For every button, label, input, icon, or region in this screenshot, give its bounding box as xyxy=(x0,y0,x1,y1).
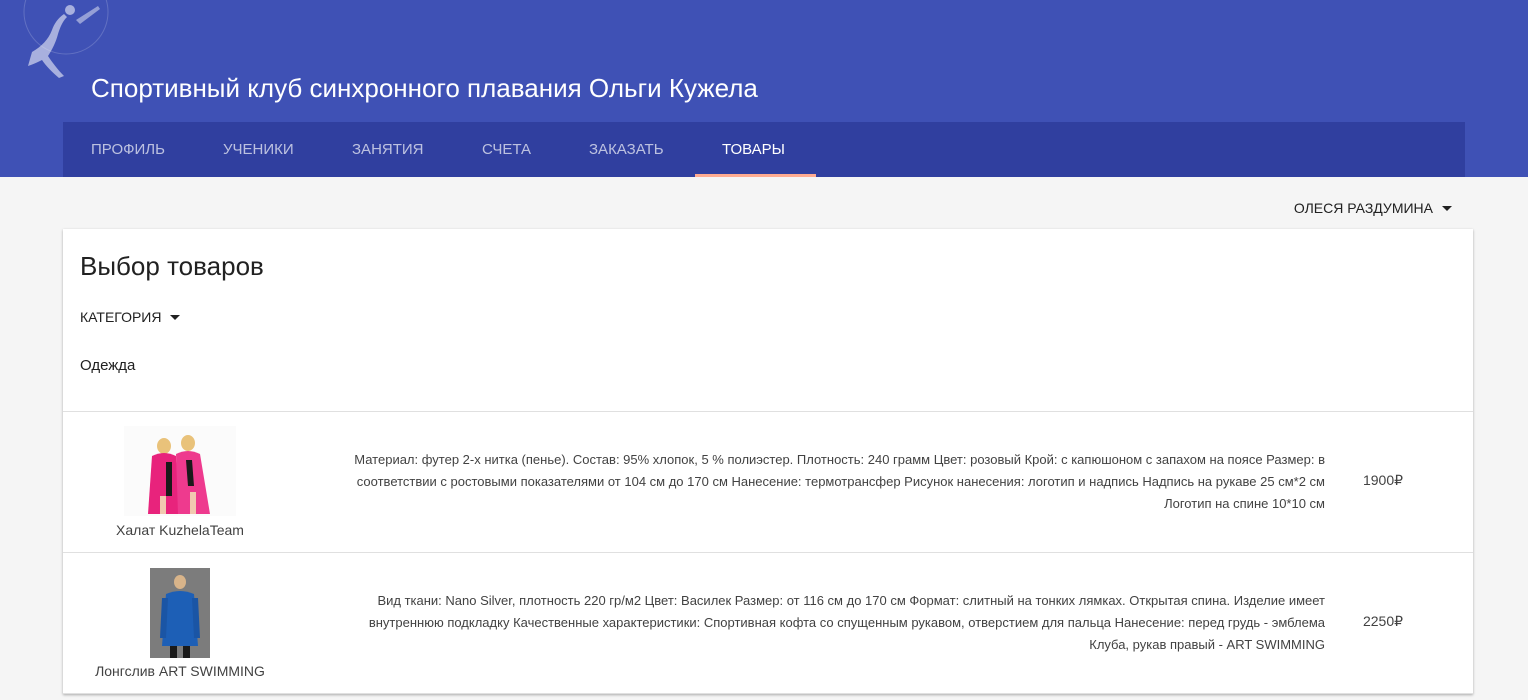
product-price: 2250₽ xyxy=(1362,613,1404,629)
products-card: Выбор товаров КАТЕГОРИЯ Одежда Халат Kuz… xyxy=(63,229,1473,694)
tab-profile[interactable]: ПРОФИЛЬ xyxy=(91,122,165,177)
caret-down-icon xyxy=(170,314,181,320)
category-value: Одежда xyxy=(80,357,136,374)
product-description: Вид ткани: Nano Silver, плотность 220 гр… xyxy=(368,593,1325,652)
caret-down-icon xyxy=(1442,205,1452,211)
product-image[interactable] xyxy=(124,426,236,516)
user-name: ОЛЕСЯ РАЗДУМИНА xyxy=(1293,200,1433,216)
tab-classes[interactable]: ЗАНЯТИЯ xyxy=(352,122,424,177)
product-row[interactable]: Халат KuzhelaTeam Материал: футер 2-х ни… xyxy=(63,411,1473,553)
user-menu[interactable]: ОЛЕСЯ РАЗДУМИНА xyxy=(1294,200,1452,216)
active-tab-indicator xyxy=(695,174,816,177)
main-nav: ПРОФИЛЬ УЧЕНИКИ ЗАНЯТИЯ СЧЕТА ЗАКАЗАТЬ Т… xyxy=(63,122,1465,177)
product-row[interactable]: Лонгслив ART SWIMMING Вид ткани: Nano Si… xyxy=(63,552,1473,694)
club-title: Спортивный клуб синхронного плавания Оль… xyxy=(91,73,758,103)
category-label: КАТЕГОРИЯ xyxy=(80,309,162,325)
product-name[interactable]: Халат KuzhelaTeam xyxy=(60,522,300,538)
product-price: 1900₽ xyxy=(1362,472,1404,488)
product-name[interactable]: Лонгслив ART SWIMMING xyxy=(60,663,300,679)
club-logo[interactable] xyxy=(18,0,118,84)
category-dropdown[interactable]: КАТЕГОРИЯ xyxy=(80,309,181,325)
tab-products[interactable]: ТОВАРЫ xyxy=(722,122,785,177)
app-header: Спортивный клуб синхронного плавания Оль… xyxy=(0,0,1528,177)
page-title: Выбор товаров xyxy=(80,251,264,281)
product-description: Материал: футер 2-х нитка (пенье). Соста… xyxy=(354,452,1325,511)
tab-students[interactable]: УЧЕНИКИ xyxy=(223,122,294,177)
tab-order[interactable]: ЗАКАЗАТЬ xyxy=(589,122,664,177)
tab-invoices[interactable]: СЧЕТА xyxy=(482,122,531,177)
product-image[interactable] xyxy=(150,568,210,658)
